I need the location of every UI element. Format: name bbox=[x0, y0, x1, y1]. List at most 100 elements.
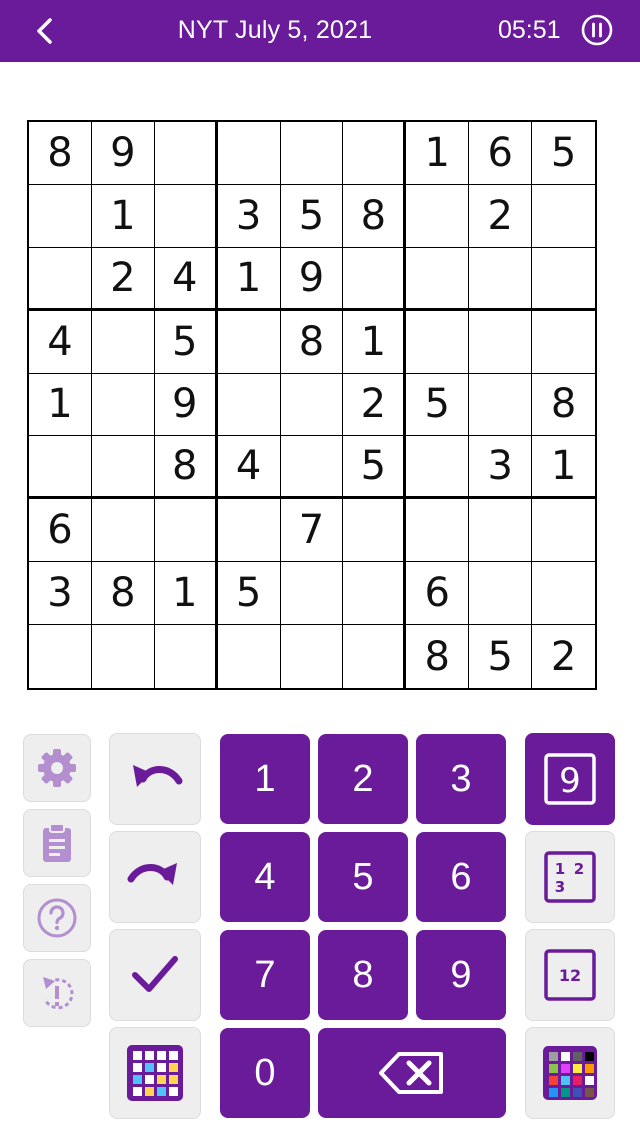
digit-1-button[interactable]: 1 bbox=[220, 734, 310, 824]
digit-8-button[interactable]: 8 bbox=[318, 930, 408, 1020]
cell-r7-c7[interactable] bbox=[406, 499, 470, 563]
digit-0-button[interactable]: 0 bbox=[220, 1028, 310, 1118]
cell-r5-c8[interactable] bbox=[469, 373, 533, 437]
color-mode-button[interactable] bbox=[525, 1027, 615, 1119]
cell-r6-c1[interactable] bbox=[29, 436, 92, 500]
cell-r1-c6[interactable] bbox=[343, 122, 407, 185]
cell-r3-c2[interactable]: 2 bbox=[91, 247, 155, 311]
cell-r6-c7[interactable] bbox=[406, 436, 470, 500]
cell-r3-c3[interactable]: 4 bbox=[154, 247, 218, 311]
cell-r5-c6[interactable]: 2 bbox=[343, 373, 407, 437]
cell-r8-c1[interactable]: 3 bbox=[29, 562, 92, 626]
cell-r6-c3[interactable]: 8 bbox=[154, 436, 218, 500]
cell-r2-c1[interactable] bbox=[29, 184, 92, 248]
cell-r6-c4[interactable]: 4 bbox=[217, 436, 281, 500]
cell-r1-c1[interactable]: 8 bbox=[29, 122, 92, 185]
cell-r6-c9[interactable]: 1 bbox=[532, 436, 595, 500]
backspace-button[interactable] bbox=[318, 1028, 506, 1118]
color-grid-button[interactable] bbox=[109, 1027, 201, 1119]
cell-r5-c3[interactable]: 9 bbox=[154, 373, 218, 437]
cell-r9-c5[interactable] bbox=[281, 625, 344, 688]
cell-r2-c7[interactable] bbox=[406, 184, 470, 248]
cell-r1-c8[interactable]: 6 bbox=[469, 122, 533, 185]
cell-r4-c8[interactable] bbox=[469, 310, 533, 374]
cell-r3-c6[interactable] bbox=[343, 247, 407, 311]
cell-r5-c5[interactable] bbox=[280, 373, 344, 437]
cell-r7-c3[interactable] bbox=[154, 499, 218, 563]
cell-r8-c4[interactable]: 5 bbox=[217, 562, 281, 626]
cell-r4-c2[interactable] bbox=[91, 310, 155, 374]
restart-button[interactable] bbox=[23, 959, 91, 1027]
cell-r2-c4[interactable]: 3 bbox=[217, 184, 281, 248]
cell-r3-c8[interactable] bbox=[469, 247, 533, 311]
cell-r9-c9[interactable]: 2 bbox=[532, 625, 595, 688]
digit-6-button[interactable]: 6 bbox=[416, 832, 506, 922]
cell-r5-c9[interactable]: 8 bbox=[532, 374, 595, 437]
cell-r9-c3[interactable] bbox=[155, 625, 218, 688]
cell-r5-c7[interactable]: 5 bbox=[406, 373, 470, 437]
cell-r9-c7[interactable]: 8 bbox=[406, 625, 470, 688]
cell-r4-c5[interactable]: 8 bbox=[280, 310, 344, 374]
cell-r2-c6[interactable]: 8 bbox=[343, 184, 407, 248]
cell-r8-c6[interactable] bbox=[343, 562, 407, 626]
cell-r7-c1[interactable]: 6 bbox=[29, 499, 92, 563]
cell-r1-c4[interactable] bbox=[217, 122, 281, 185]
cell-r1-c9[interactable]: 5 bbox=[532, 122, 595, 185]
cell-r2-c8[interactable]: 2 bbox=[469, 184, 533, 248]
cell-r4-c3[interactable]: 5 bbox=[154, 310, 218, 374]
cell-r9-c1[interactable] bbox=[29, 625, 92, 688]
redo-button[interactable] bbox=[109, 831, 201, 923]
cell-r2-c2[interactable]: 1 bbox=[91, 184, 155, 248]
undo-button[interactable] bbox=[109, 733, 201, 825]
normal-mode-button[interactable]: 9 bbox=[525, 733, 615, 825]
cell-r2-c9[interactable] bbox=[532, 185, 595, 248]
cell-r7-c5[interactable]: 7 bbox=[280, 499, 344, 563]
cell-r3-c4[interactable]: 1 bbox=[217, 247, 281, 311]
cell-r3-c7[interactable] bbox=[406, 247, 470, 311]
cell-r4-c7[interactable] bbox=[406, 310, 470, 374]
cell-r4-c6[interactable]: 1 bbox=[343, 310, 407, 374]
cell-r8-c5[interactable] bbox=[280, 562, 344, 626]
digit-9-button[interactable]: 9 bbox=[416, 930, 506, 1020]
check-button[interactable] bbox=[109, 929, 201, 1021]
cell-r2-c3[interactable] bbox=[154, 184, 218, 248]
cell-r6-c8[interactable]: 3 bbox=[469, 436, 533, 500]
cell-r8-c9[interactable] bbox=[532, 562, 595, 626]
cell-r7-c2[interactable] bbox=[91, 499, 155, 563]
cell-r6-c2[interactable] bbox=[91, 436, 155, 500]
digit-7-button[interactable]: 7 bbox=[220, 930, 310, 1020]
cell-r6-c6[interactable]: 5 bbox=[343, 436, 407, 500]
cell-r8-c2[interactable]: 8 bbox=[91, 562, 155, 626]
cell-r8-c8[interactable] bbox=[469, 562, 533, 626]
cell-r4-c4[interactable] bbox=[217, 310, 281, 374]
cell-r5-c1[interactable]: 1 bbox=[29, 373, 92, 437]
help-button[interactable] bbox=[23, 884, 91, 952]
cell-r4-c9[interactable] bbox=[532, 311, 595, 374]
cell-r3-c1[interactable] bbox=[29, 247, 92, 311]
candidate-mode-button[interactable]: 1 2 3 bbox=[525, 831, 615, 923]
cell-r1-c3[interactable] bbox=[154, 122, 218, 185]
cell-r9-c4[interactable] bbox=[218, 625, 281, 688]
cell-r2-c5[interactable]: 5 bbox=[280, 184, 344, 248]
digit-4-button[interactable]: 4 bbox=[220, 832, 310, 922]
cell-r5-c2[interactable] bbox=[91, 373, 155, 437]
cell-r9-c8[interactable]: 5 bbox=[469, 625, 533, 688]
notes-button[interactable] bbox=[23, 809, 91, 877]
digit-2-button[interactable]: 2 bbox=[318, 734, 408, 824]
cell-r4-c1[interactable]: 4 bbox=[29, 310, 92, 374]
cell-r9-c2[interactable] bbox=[92, 625, 155, 688]
cell-r3-c9[interactable] bbox=[532, 248, 595, 311]
pause-button[interactable] bbox=[580, 13, 614, 47]
cell-r1-c7[interactable]: 1 bbox=[406, 122, 470, 185]
center-mode-button[interactable]: 12 bbox=[525, 929, 615, 1021]
cell-r8-c3[interactable]: 1 bbox=[154, 562, 218, 626]
settings-button[interactable] bbox=[23, 734, 91, 802]
digit-3-button[interactable]: 3 bbox=[416, 734, 506, 824]
cell-r8-c7[interactable]: 6 bbox=[406, 562, 470, 626]
cell-r1-c2[interactable]: 9 bbox=[91, 122, 155, 185]
cell-r9-c6[interactable] bbox=[343, 625, 407, 688]
cell-r6-c5[interactable] bbox=[280, 436, 344, 500]
cell-r7-c8[interactable] bbox=[469, 499, 533, 563]
cell-r7-c6[interactable] bbox=[343, 499, 407, 563]
cell-r1-c5[interactable] bbox=[280, 122, 344, 185]
